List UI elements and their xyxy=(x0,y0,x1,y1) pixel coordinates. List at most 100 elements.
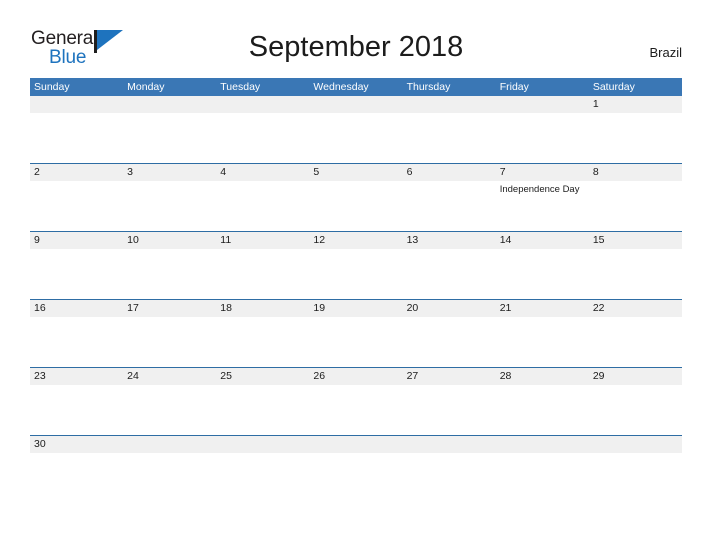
day-cell[interactable] xyxy=(123,317,216,367)
day-number[interactable]: 1 xyxy=(589,96,682,113)
day-cell[interactable] xyxy=(309,317,402,367)
day-number[interactable] xyxy=(403,436,496,453)
day-number[interactable]: 21 xyxy=(496,300,589,317)
day-cell[interactable] xyxy=(216,453,309,503)
day-cell[interactable] xyxy=(589,453,682,503)
day-number[interactable]: 24 xyxy=(123,368,216,385)
day-number[interactable]: 29 xyxy=(589,368,682,385)
week-event-band xyxy=(30,453,682,503)
day-number[interactable]: 8 xyxy=(589,164,682,181)
day-number[interactable]: 9 xyxy=(30,232,123,249)
day-cell[interactable] xyxy=(589,317,682,367)
day-cell[interactable] xyxy=(123,113,216,163)
page-header: General Blue September 2018 Brazil xyxy=(0,0,712,78)
day-cell[interactable] xyxy=(216,249,309,299)
day-number[interactable] xyxy=(403,96,496,113)
day-cell[interactable] xyxy=(403,453,496,503)
region-label: Brazil xyxy=(649,45,682,60)
day-cell[interactable] xyxy=(589,113,682,163)
day-cell[interactable] xyxy=(216,385,309,435)
day-number[interactable]: 2 xyxy=(30,164,123,181)
day-cell[interactable] xyxy=(589,181,682,231)
day-number[interactable]: 4 xyxy=(216,164,309,181)
weekday-header-friday: Friday xyxy=(499,81,529,93)
day-cell[interactable] xyxy=(496,385,589,435)
day-number[interactable]: 11 xyxy=(216,232,309,249)
day-number[interactable]: 16 xyxy=(30,300,123,317)
day-number[interactable] xyxy=(496,436,589,453)
day-number[interactable] xyxy=(309,96,402,113)
day-cell[interactable] xyxy=(403,317,496,367)
day-number[interactable] xyxy=(216,436,309,453)
day-cell[interactable] xyxy=(309,181,402,231)
day-cell[interactable] xyxy=(30,385,123,435)
day-number[interactable]: 25 xyxy=(216,368,309,385)
day-cell[interactable] xyxy=(589,385,682,435)
day-cell[interactable] xyxy=(496,453,589,503)
day-number[interactable]: 30 xyxy=(30,436,123,453)
week-daynumber-band: 2 3 4 5 6 7 8 xyxy=(30,164,682,181)
day-cell[interactable] xyxy=(30,113,123,163)
day-cell[interactable] xyxy=(30,317,123,367)
day-number[interactable]: 26 xyxy=(309,368,402,385)
day-cell[interactable] xyxy=(496,317,589,367)
day-number[interactable]: 15 xyxy=(589,232,682,249)
day-number[interactable] xyxy=(30,96,123,113)
day-cell[interactable] xyxy=(403,249,496,299)
week-row: 9 10 11 12 13 14 15 xyxy=(30,231,682,299)
day-cell[interactable] xyxy=(123,385,216,435)
day-number[interactable] xyxy=(589,436,682,453)
day-cell[interactable] xyxy=(403,385,496,435)
day-number[interactable] xyxy=(309,436,402,453)
day-number[interactable] xyxy=(123,96,216,113)
week-event-band xyxy=(30,317,682,367)
day-number[interactable]: 5 xyxy=(309,164,402,181)
day-number[interactable]: 7 xyxy=(496,164,589,181)
weekday-header-thursday: Thursday xyxy=(406,81,451,93)
day-number[interactable]: 13 xyxy=(403,232,496,249)
day-number[interactable]: 6 xyxy=(403,164,496,181)
day-cell[interactable] xyxy=(309,385,402,435)
day-cell[interactable] xyxy=(216,181,309,231)
day-number[interactable] xyxy=(216,96,309,113)
week-daynumber-band: 23 24 25 26 27 28 29 xyxy=(30,368,682,385)
day-number[interactable]: 22 xyxy=(589,300,682,317)
day-cell[interactable] xyxy=(496,249,589,299)
day-number[interactable]: 27 xyxy=(403,368,496,385)
day-number[interactable]: 12 xyxy=(309,232,402,249)
day-cell[interactable] xyxy=(123,453,216,503)
day-cell[interactable] xyxy=(309,113,402,163)
day-cell[interactable] xyxy=(403,181,496,231)
day-cell-holiday[interactable]: Independence Day xyxy=(496,181,589,231)
week-daynumber-band: 1 xyxy=(30,96,682,113)
day-cell[interactable] xyxy=(309,249,402,299)
day-number[interactable]: 28 xyxy=(496,368,589,385)
day-cell[interactable] xyxy=(496,113,589,163)
day-number[interactable]: 3 xyxy=(123,164,216,181)
day-number[interactable]: 17 xyxy=(123,300,216,317)
day-cell[interactable] xyxy=(123,249,216,299)
day-cell[interactable] xyxy=(589,249,682,299)
day-number[interactable] xyxy=(496,96,589,113)
day-number[interactable]: 23 xyxy=(30,368,123,385)
week-row: 2 3 4 5 6 7 8 Independence Day xyxy=(30,163,682,231)
day-number[interactable]: 19 xyxy=(309,300,402,317)
day-number[interactable]: 18 xyxy=(216,300,309,317)
day-cell[interactable] xyxy=(30,453,123,503)
day-number[interactable] xyxy=(123,436,216,453)
weekday-header-saturday: Saturday xyxy=(592,81,635,93)
day-cell[interactable] xyxy=(30,181,123,231)
day-cell[interactable] xyxy=(30,249,123,299)
week-event-band: Independence Day xyxy=(30,181,682,231)
weekday-header-row: Sunday Monday Tuesday Wednesday Thursday… xyxy=(30,78,682,96)
week-event-band xyxy=(30,385,682,435)
calendar-grid: Sunday Monday Tuesday Wednesday Thursday… xyxy=(30,78,682,503)
day-number[interactable]: 14 xyxy=(496,232,589,249)
day-number[interactable]: 20 xyxy=(403,300,496,317)
day-cell[interactable] xyxy=(216,317,309,367)
day-number[interactable]: 10 xyxy=(123,232,216,249)
day-cell[interactable] xyxy=(123,181,216,231)
day-cell[interactable] xyxy=(403,113,496,163)
day-cell[interactable] xyxy=(216,113,309,163)
day-cell[interactable] xyxy=(309,453,402,503)
